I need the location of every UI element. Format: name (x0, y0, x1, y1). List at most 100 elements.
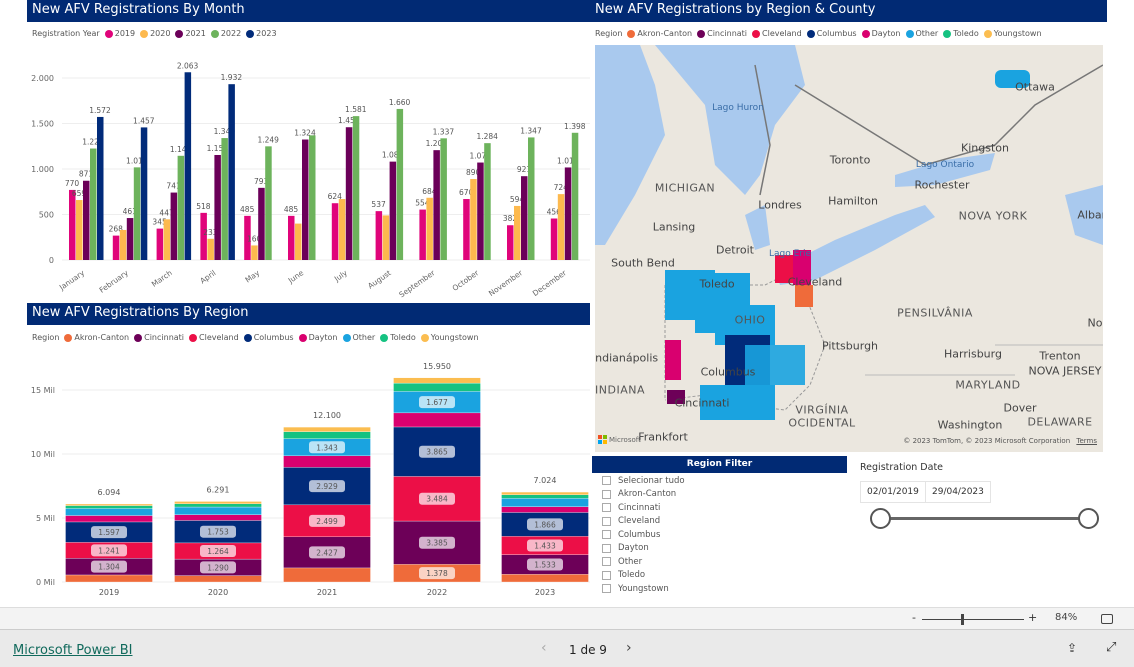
region-filter-item[interactable]: Toledo (602, 569, 685, 583)
terms-link[interactable]: Terms (1076, 437, 1097, 445)
map-label: Hamilton (828, 194, 878, 208)
fullscreen-icon[interactable]: ⤢ (1106, 640, 1116, 655)
data-label: 2.427 (316, 548, 338, 557)
legend-item[interactable]: 2019 (104, 29, 135, 38)
region-filter-item[interactable]: Dayton (602, 542, 685, 556)
checkbox[interactable] (602, 570, 611, 580)
region-filter-item[interactable]: Columbus (602, 528, 685, 542)
checkbox[interactable] (602, 489, 611, 499)
month-chart-title: New AFV Registrations By Month (27, 0, 590, 22)
bar-2022-February (133, 167, 141, 260)
x-tick-label: November (487, 268, 525, 298)
date-slider-track[interactable] (880, 517, 1089, 520)
region-filter-label: Akron-Canton (618, 489, 677, 500)
legend-item[interactable]: Cincinnati (134, 333, 184, 342)
legend-label: 2023 (256, 29, 277, 38)
region-filter-item[interactable]: Akron-Canton (602, 488, 685, 502)
data-label: 1.264 (207, 547, 229, 556)
map-label: Toronto (829, 153, 871, 167)
bar-2022-June (309, 135, 316, 260)
legend-dot (189, 333, 198, 342)
date-slider-end-handle[interactable] (1078, 508, 1099, 529)
data-label: 2.929 (316, 482, 338, 491)
checkbox[interactable] (602, 557, 611, 567)
map-label: Lago Erie (768, 249, 812, 259)
legend-label: Youngstown (993, 29, 1042, 38)
bar-2021-July (345, 127, 353, 260)
fit-to-page-icon[interactable] (1101, 614, 1113, 624)
checkbox[interactable] (602, 543, 611, 553)
y-tick-label: 2.000 (31, 74, 54, 83)
legend-dot (64, 333, 73, 342)
legend-item[interactable]: Cleveland (752, 29, 802, 38)
legend-item[interactable]: Other (905, 29, 939, 38)
legend-item[interactable]: Columbus (243, 333, 294, 342)
zoom-slider[interactable] (922, 619, 1024, 620)
share-icon[interactable]: ⇪ (1067, 641, 1077, 655)
legend-dot (342, 333, 351, 342)
checkbox[interactable] (602, 530, 611, 540)
legend-label: Youngstown (430, 333, 479, 342)
legend-item[interactable]: Youngstown (420, 333, 479, 342)
legend-item[interactable]: 2022 (210, 29, 241, 38)
legend-item[interactable]: Other (342, 333, 375, 342)
zoom-slider-thumb[interactable] (961, 614, 964, 625)
bar-2020-May (251, 245, 258, 260)
data-label: 1.866 (534, 520, 556, 529)
legend-item[interactable]: Cincinnati (697, 29, 747, 38)
map-label: OHIO (734, 313, 766, 327)
start-date-input[interactable]: 02/01/2019 (860, 481, 926, 503)
next-page-icon[interactable]: › (626, 640, 632, 656)
map-label: Toledo (699, 277, 735, 291)
legend-label: Toledo (953, 29, 979, 38)
checkbox[interactable] (602, 476, 611, 486)
legend-item[interactable]: Akron-Canton (64, 333, 129, 342)
legend-item[interactable]: Youngstown (983, 29, 1042, 38)
bar-2022-May (265, 146, 272, 260)
month-bar-chart: 05001.0001.5002.0007706598711.2251.572Ja… (31, 61, 590, 299)
previous-page-icon[interactable]: ‹ (541, 640, 547, 656)
legend-title: Region (32, 333, 60, 342)
county-dayton[interactable] (665, 340, 681, 380)
date-filter-title: Registration Date (860, 462, 944, 473)
end-date-input[interactable]: 29/04/2023 (925, 481, 991, 503)
legend-item[interactable]: Cleveland (189, 333, 239, 342)
bar-2022-November (528, 137, 535, 260)
legend-item[interactable]: Akron-Canton (627, 29, 692, 38)
checkbox[interactable] (602, 584, 611, 594)
legend-item[interactable]: 2020 (140, 29, 170, 38)
data-label: 1.249 (257, 135, 279, 144)
legend-item[interactable]: 2023 (246, 29, 277, 38)
legend-dot (420, 333, 429, 342)
legend-item[interactable]: Dayton (298, 333, 338, 342)
data-label: 3.865 (426, 448, 448, 457)
region-filter-item[interactable]: Cincinnati (602, 501, 685, 515)
date-slider-start-handle[interactable] (870, 508, 891, 529)
checkbox[interactable] (602, 516, 611, 526)
region-filter-label: Columbus (618, 529, 661, 540)
legend-item[interactable]: Toledo (943, 29, 979, 38)
data-label: 518 (196, 202, 211, 211)
power-bi-link[interactable]: Microsoft Power BI (13, 643, 132, 658)
legend-label: Dayton (308, 333, 338, 342)
region-filter-label: Other (618, 556, 643, 567)
legend-item[interactable]: Toledo (380, 333, 416, 342)
segment-Akron-Canton-2019 (65, 574, 153, 583)
legend-label: Other (915, 29, 939, 38)
region-filter-item[interactable]: Other (602, 555, 685, 569)
region-filter-item[interactable]: Selecionar tudo (602, 474, 685, 488)
zoom-in-button[interactable]: + (1028, 611, 1037, 624)
region-filter-item[interactable]: Youngstown (602, 582, 685, 596)
region-filter-item[interactable]: Cleveland (602, 515, 685, 529)
segment-Other-2019 (65, 508, 153, 516)
map[interactable]: Ottawa Lago Huron MICHIGAN Toronto Kingston L… (595, 45, 1103, 452)
legend-dot (134, 333, 143, 342)
segment-Akron-Canton-2023 (501, 574, 589, 583)
zoom-out-button[interactable]: - (912, 611, 916, 624)
segment-Youngstown-2019 (65, 503, 153, 506)
legend-item[interactable]: Dayton (861, 29, 901, 38)
checkbox[interactable] (602, 503, 611, 513)
legend-item[interactable]: Columbus (806, 29, 857, 38)
legend-item[interactable]: 2021 (175, 29, 206, 38)
bar-2020-June (295, 223, 302, 260)
